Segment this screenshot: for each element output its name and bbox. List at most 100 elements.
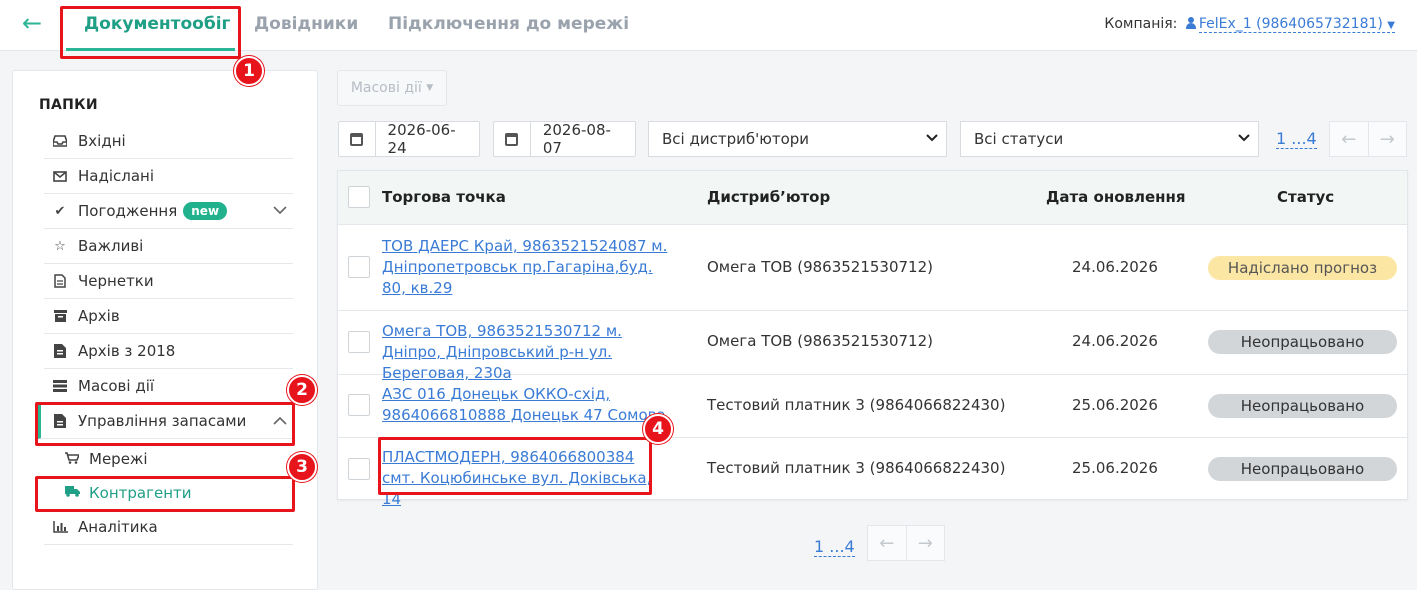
stack-icon: [52, 378, 68, 394]
file-icon: [52, 413, 68, 429]
status-badge: Надіслано прогноз: [1208, 256, 1397, 280]
point-link[interactable]: ПЛАСТМОДЕРН, 9864066800384 смт. Коцюбинс…: [382, 447, 672, 510]
sidebar-item-archive-2018[interactable]: Архів з 2018: [44, 334, 293, 369]
sidebar-item-label: Архів з 2018: [78, 342, 176, 360]
date-cell: 24.06.2026: [1072, 332, 1158, 350]
company-selector: Компанія: FelEx_1 (9864065732181) ▼: [1104, 16, 1395, 33]
table-row: ПЛАСТМОДЕРН, 9864066800384 смт. Коцюбинс…: [338, 438, 1407, 508]
distributor-select[interactable]: Всі дистриб'ютори: [648, 121, 947, 157]
date-to-value[interactable]: 2026-08-07: [531, 121, 635, 157]
select-all-checkbox[interactable]: [348, 186, 370, 208]
mass-actions-label: Масові дії: [350, 80, 422, 96]
cart-icon: [65, 451, 81, 467]
sidebar-item-label: Контрагенти: [89, 484, 192, 502]
column-header-distributor[interactable]: Дистриб’ютор: [707, 188, 830, 206]
column-header-date[interactable]: Дата оновлення: [1046, 188, 1186, 206]
prev-page-icon[interactable]: ←: [1330, 122, 1369, 156]
row-checkbox[interactable]: [348, 394, 370, 416]
chevron-down-icon: [1238, 131, 1250, 146]
bottom-pagination[interactable]: 1 ...4: [814, 537, 855, 557]
file-archive-icon: [52, 343, 68, 359]
status-select[interactable]: Всі статуси: [960, 121, 1259, 157]
sidebar-item-archive[interactable]: Архів: [44, 299, 293, 334]
table-row: ТОВ ДАЕРС Край, 9863521524087 м. Дніпроп…: [338, 225, 1407, 311]
counterparties-table: Торгова точка Дистриб’ютор Дата оновленн…: [337, 170, 1408, 508]
company-value[interactable]: FelEx_1 (9864065732181): [1199, 16, 1383, 32]
column-header-status[interactable]: Статус: [1277, 188, 1334, 206]
sidebar-item-label: Чернетки: [78, 272, 154, 290]
status-badge: Неопрацьовано: [1208, 457, 1397, 481]
sidebar-item-inventory-management[interactable]: Управління запасами: [38, 404, 293, 439]
chevron-up-icon[interactable]: [273, 413, 287, 429]
date-cell: 25.06.2026: [1072, 396, 1158, 414]
column-header-point[interactable]: Торгова точка: [382, 188, 506, 206]
top-bar: ← Документообіг Довідники Підключення до…: [0, 0, 1417, 51]
top-pagination-arrows: ← →: [1329, 121, 1407, 157]
distributor-cell: Омега ТОВ (9863521530712): [707, 332, 933, 350]
distributor-select-value: Всі дистриб'ютори: [662, 130, 810, 148]
prev-page-icon[interactable]: ←: [868, 526, 907, 560]
row-checkbox[interactable]: [348, 331, 370, 353]
mass-actions-button[interactable]: Масові дії ▼: [337, 70, 447, 106]
next-page-icon[interactable]: →: [907, 526, 945, 560]
caret-down-icon[interactable]: ▼: [1387, 20, 1395, 31]
inbox-icon: [52, 133, 68, 149]
chevron-down-icon[interactable]: [273, 203, 287, 219]
point-link[interactable]: АЗС 016 Донецьк ОККО-схід, 9864066810888…: [382, 384, 672, 426]
date-from-field[interactable]: 2026-06-24: [338, 121, 480, 157]
company-link[interactable]: FelEx_1 (9864065732181) ▼: [1198, 16, 1395, 33]
sidebar-item-approvals[interactable]: ✔ Погодження new: [44, 194, 293, 229]
point-link[interactable]: ТОВ ДАЕРС Край, 9863521524087 м. Дніпроп…: [382, 236, 672, 299]
sidebar-subitem-counterparties[interactable]: Контрагенти: [65, 484, 192, 502]
caret-down-icon: ▼: [426, 83, 434, 93]
sidebar-item-label: Важливі: [78, 237, 144, 255]
date-to-field[interactable]: 2026-08-07: [493, 121, 636, 157]
file-icon: [52, 273, 68, 289]
table-row: Омега ТОВ, 9863521530712 м. Дніпро, Дніп…: [338, 311, 1407, 382]
folders-sidebar: ПАПКИ Вхідні Надіслані ✔ Погодження new …: [12, 70, 318, 590]
calendar-icon[interactable]: [494, 122, 531, 156]
calendar-icon[interactable]: [339, 122, 376, 156]
bottom-pagination-arrows: ← →: [867, 525, 945, 561]
star-icon: ☆: [54, 238, 66, 254]
date-cell: 25.06.2026: [1072, 459, 1158, 477]
top-pagination[interactable]: 1 ...4: [1276, 129, 1317, 149]
new-badge: new: [183, 202, 228, 220]
table-row: АЗС 016 Донецьк ОККО-схід, 9864066810888…: [338, 375, 1407, 438]
sidebar-item-label: Мережі: [89, 450, 148, 468]
sidebar-item-label: Управління запасами: [78, 412, 247, 430]
step-marker-3: 3: [287, 452, 317, 482]
sidebar-item-drafts[interactable]: Чернетки: [44, 264, 293, 299]
distributor-cell: Тестовий платник 3 (9864066822430): [707, 459, 1006, 477]
envelope-icon: [52, 168, 68, 184]
active-tab-indicator: [66, 48, 235, 51]
company-label: Компанія:: [1104, 16, 1178, 32]
check-icon: ✔: [54, 203, 66, 219]
sidebar-item-sent[interactable]: Надіслані: [44, 159, 293, 194]
arrow-left-icon[interactable]: ←: [22, 10, 42, 36]
row-checkbox[interactable]: [348, 458, 370, 480]
sidebar-item-label: Архів: [78, 307, 120, 325]
sidebar-item-inbox[interactable]: Вхідні: [44, 124, 293, 159]
chevron-down-icon: [926, 131, 938, 146]
distributor-cell: Омега ТОВ (9863521530712): [707, 258, 933, 276]
step-marker-1: 1: [234, 56, 264, 86]
sidebar-subitem-networks[interactable]: Мережі: [65, 450, 148, 468]
sidebar-item-important[interactable]: ☆ Важливі: [44, 229, 293, 264]
sidebar-item-label: Вхідні: [78, 132, 126, 150]
sidebar-item-analytics[interactable]: Аналітика: [44, 510, 293, 545]
status-badge: Неопрацьовано: [1208, 330, 1397, 354]
tab-directories[interactable]: Довідники: [254, 14, 358, 34]
status-badge: Неопрацьовано: [1208, 394, 1397, 418]
next-page-icon[interactable]: →: [1369, 122, 1407, 156]
step-marker-4: 4: [643, 414, 673, 444]
step-marker-2: 2: [287, 375, 317, 405]
sidebar-item-label: Аналітика: [78, 518, 158, 536]
sidebar-item-label: Надіслані: [78, 167, 155, 185]
distributor-cell: Тестовий платник 3 (9864066822430): [707, 396, 1006, 414]
row-checkbox[interactable]: [348, 256, 370, 278]
tab-network-connection[interactable]: Підключення до мережі: [388, 14, 629, 34]
date-from-value[interactable]: 2026-06-24: [376, 121, 479, 157]
tab-document-flow[interactable]: Документообіг: [84, 14, 230, 34]
sidebar-item-mass-actions[interactable]: Масові дії: [44, 369, 293, 404]
